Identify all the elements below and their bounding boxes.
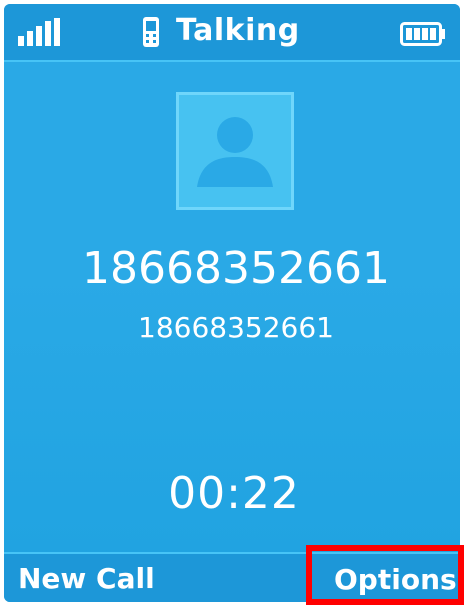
contact-avatar-icon	[197, 117, 273, 187]
signal-strength-icon	[18, 18, 60, 46]
options-softkey[interactable]: Options	[334, 563, 457, 596]
status-title: Talking	[176, 13, 300, 48]
caller-name: 18668352661	[82, 243, 390, 294]
phone-screen: Talking 18668352661 18668352661 00:22 Ne…	[4, 4, 460, 602]
status-bar: Talking	[4, 4, 460, 62]
call-duration: 00:22	[168, 468, 300, 519]
contact-avatar	[176, 92, 294, 210]
new-call-softkey[interactable]: New Call	[18, 562, 155, 595]
handset-icon	[143, 17, 159, 47]
battery-full-icon	[400, 22, 445, 46]
caller-number: 18668352661	[138, 311, 334, 344]
